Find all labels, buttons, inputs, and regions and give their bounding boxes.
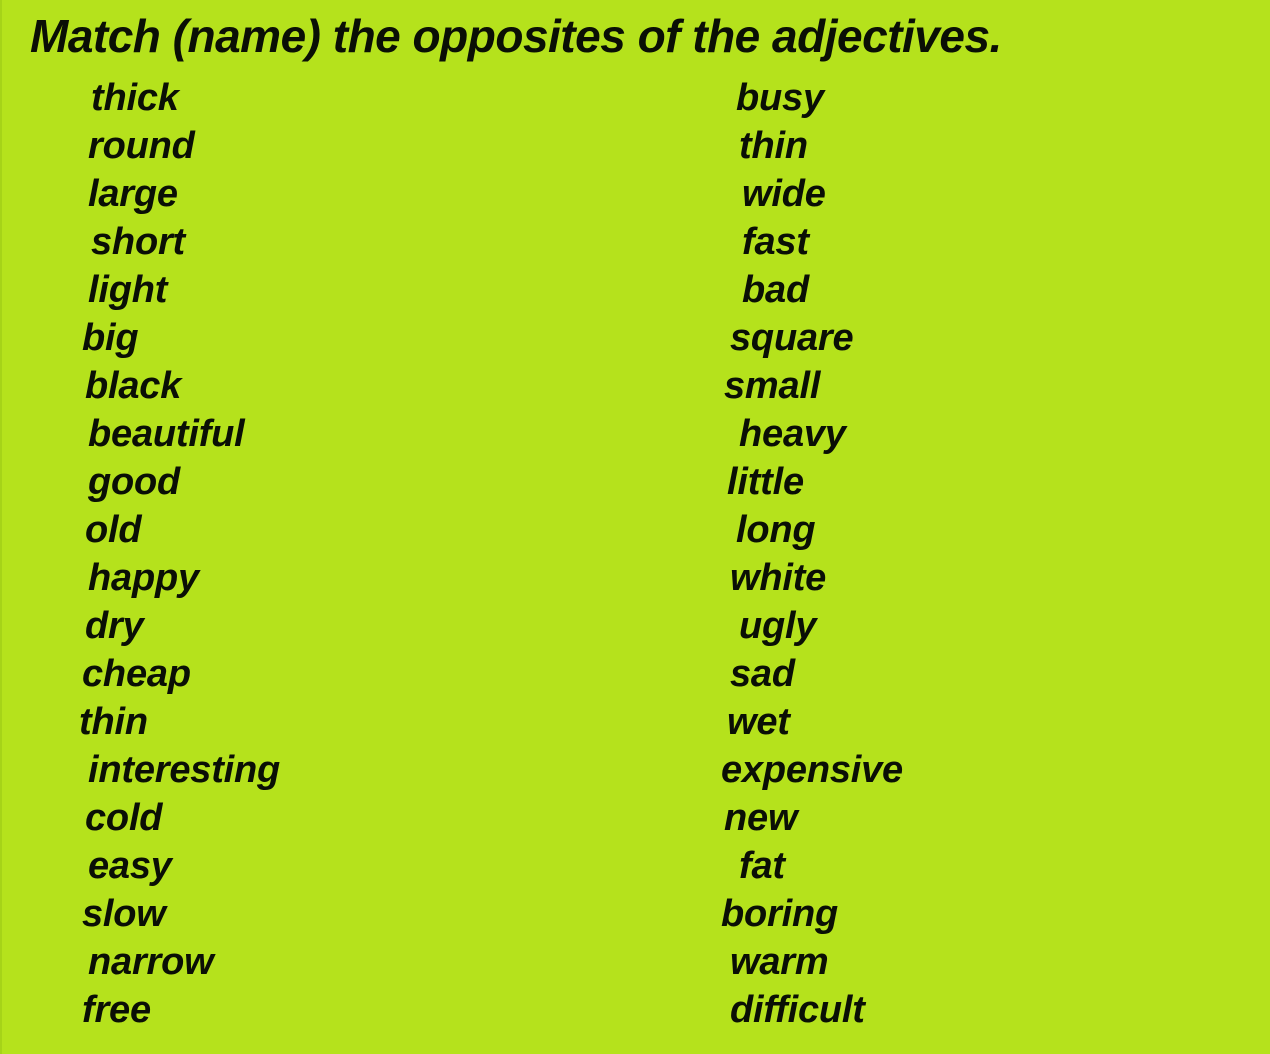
list-item: difficult (730, 989, 865, 1031)
opposites-column: busy thin wide fast bad square small hea… (642, 74, 1270, 1034)
list-item: new (724, 797, 798, 839)
list-item: boring (721, 893, 838, 935)
list-item: wet (727, 701, 790, 743)
list-item: square (730, 317, 854, 359)
list-item: happy (88, 557, 199, 599)
list-item: bad (742, 269, 809, 311)
list-item: thick (91, 77, 179, 119)
list-item: fast (742, 221, 809, 263)
worksheet-canvas: Match (name) the opposites of the adject… (0, 0, 1270, 1054)
list-item: light (88, 269, 168, 311)
list-item: big (82, 317, 139, 359)
list-item: sad (730, 653, 795, 695)
list-item: black (85, 365, 182, 407)
list-item: warm (730, 941, 829, 983)
list-item: cheap (82, 653, 191, 695)
list-item: free (82, 989, 151, 1031)
list-item: expensive (721, 749, 903, 791)
list-item: busy (736, 77, 824, 119)
list-item: white (730, 557, 827, 599)
list-item: fat (739, 845, 785, 887)
list-item: thin (739, 125, 808, 167)
list-item: narrow (88, 941, 214, 983)
list-item: thin (79, 701, 148, 743)
list-item: large (88, 173, 178, 215)
adjectives-column: thick round large short light big black … (2, 74, 642, 1034)
list-item: round (88, 125, 195, 167)
word-columns: thick round large short light big black … (2, 74, 1270, 1054)
list-item: cold (85, 797, 163, 839)
list-item: dry (85, 605, 144, 647)
list-item: slow (82, 893, 166, 935)
list-item: ugly (739, 605, 817, 647)
list-item: easy (88, 845, 172, 887)
list-item: long (736, 509, 816, 551)
list-item: interesting (88, 749, 281, 791)
list-item: short (91, 221, 186, 263)
list-item: good (88, 461, 181, 503)
list-item: small (724, 365, 821, 407)
list-item: little (727, 461, 804, 503)
list-item: heavy (739, 413, 846, 455)
page-title: Match (name) the opposites of the adject… (30, 10, 1002, 62)
list-item: wide (742, 173, 826, 215)
list-item: old (85, 509, 142, 551)
list-item: beautiful (88, 413, 245, 455)
